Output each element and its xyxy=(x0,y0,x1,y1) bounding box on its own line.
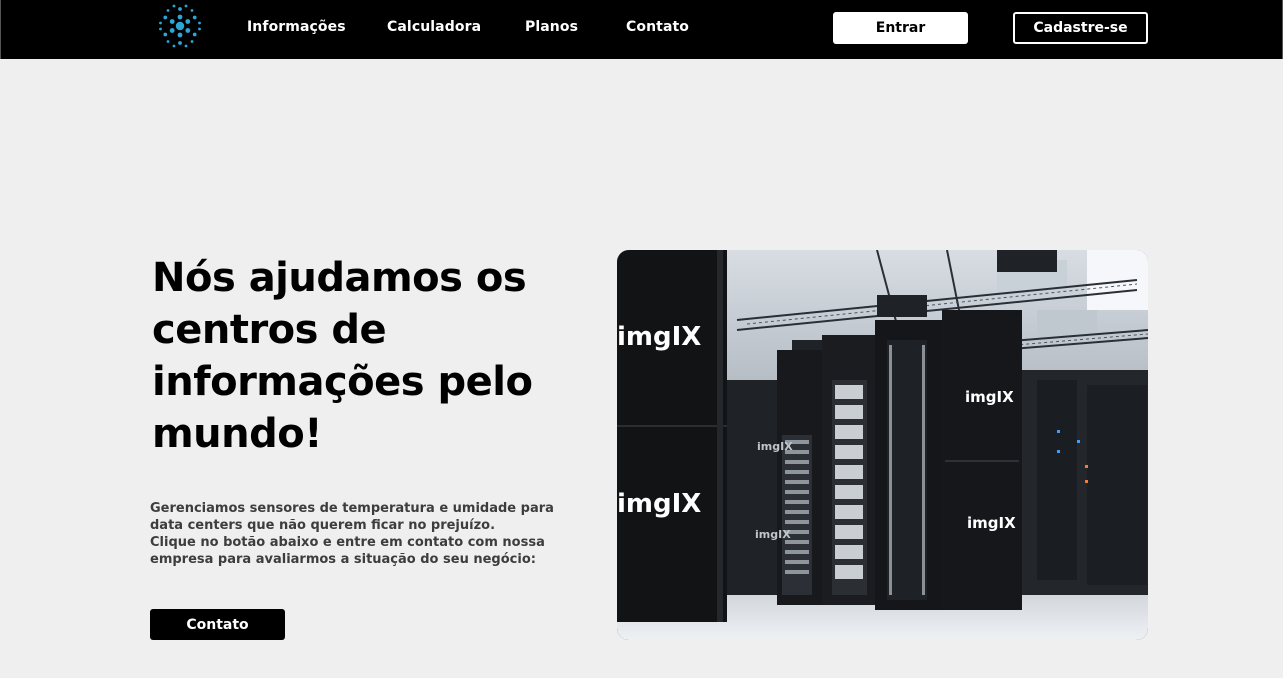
signup-button[interactable]: Cadastre-se xyxy=(1013,12,1148,44)
rack-logo: imgIX xyxy=(965,388,1014,406)
hero-description-line: empresa para avaliarmos a situação do se… xyxy=(150,552,536,567)
hero-description: Gerenciamos sensores de temperatura e um… xyxy=(150,500,554,568)
hero-title: Nós ajudamos os centros de informações p… xyxy=(152,255,533,457)
snowflake-dots-icon[interactable] xyxy=(158,3,202,49)
login-button[interactable]: Entrar xyxy=(833,12,968,44)
nav-link-planos[interactable]: Planos xyxy=(525,19,578,35)
server-room-illustration: imgIX imgIX imgIX imgIX imgIX imgIX xyxy=(617,250,1148,640)
contact-button[interactable]: Contato xyxy=(150,609,285,640)
hero-description-line: data centers que não querem ficar no pre… xyxy=(150,518,496,533)
rack-logo: imgIX xyxy=(967,514,1016,532)
hero-description-line: Gerenciamos sensores de temperatura e um… xyxy=(150,501,554,516)
rack-logo: imgIX xyxy=(617,489,701,519)
nav-link-contato[interactable]: Contato xyxy=(626,19,689,35)
data-center-photo: imgIX imgIX imgIX imgIX imgIX imgIX xyxy=(617,250,1148,640)
hero-description-line: Clique no botão abaixo e entre em contat… xyxy=(150,535,545,550)
rack-logo: imgIX xyxy=(757,440,793,453)
nav-link-calculadora[interactable]: Calculadora xyxy=(387,19,481,35)
nav-link-informacoes[interactable]: Informações xyxy=(247,19,346,35)
rack-logo: imgIX xyxy=(617,322,701,352)
rack-logo: imgIX xyxy=(755,528,791,541)
navbar: Informações Calculadora Planos Contato E… xyxy=(0,0,1283,59)
